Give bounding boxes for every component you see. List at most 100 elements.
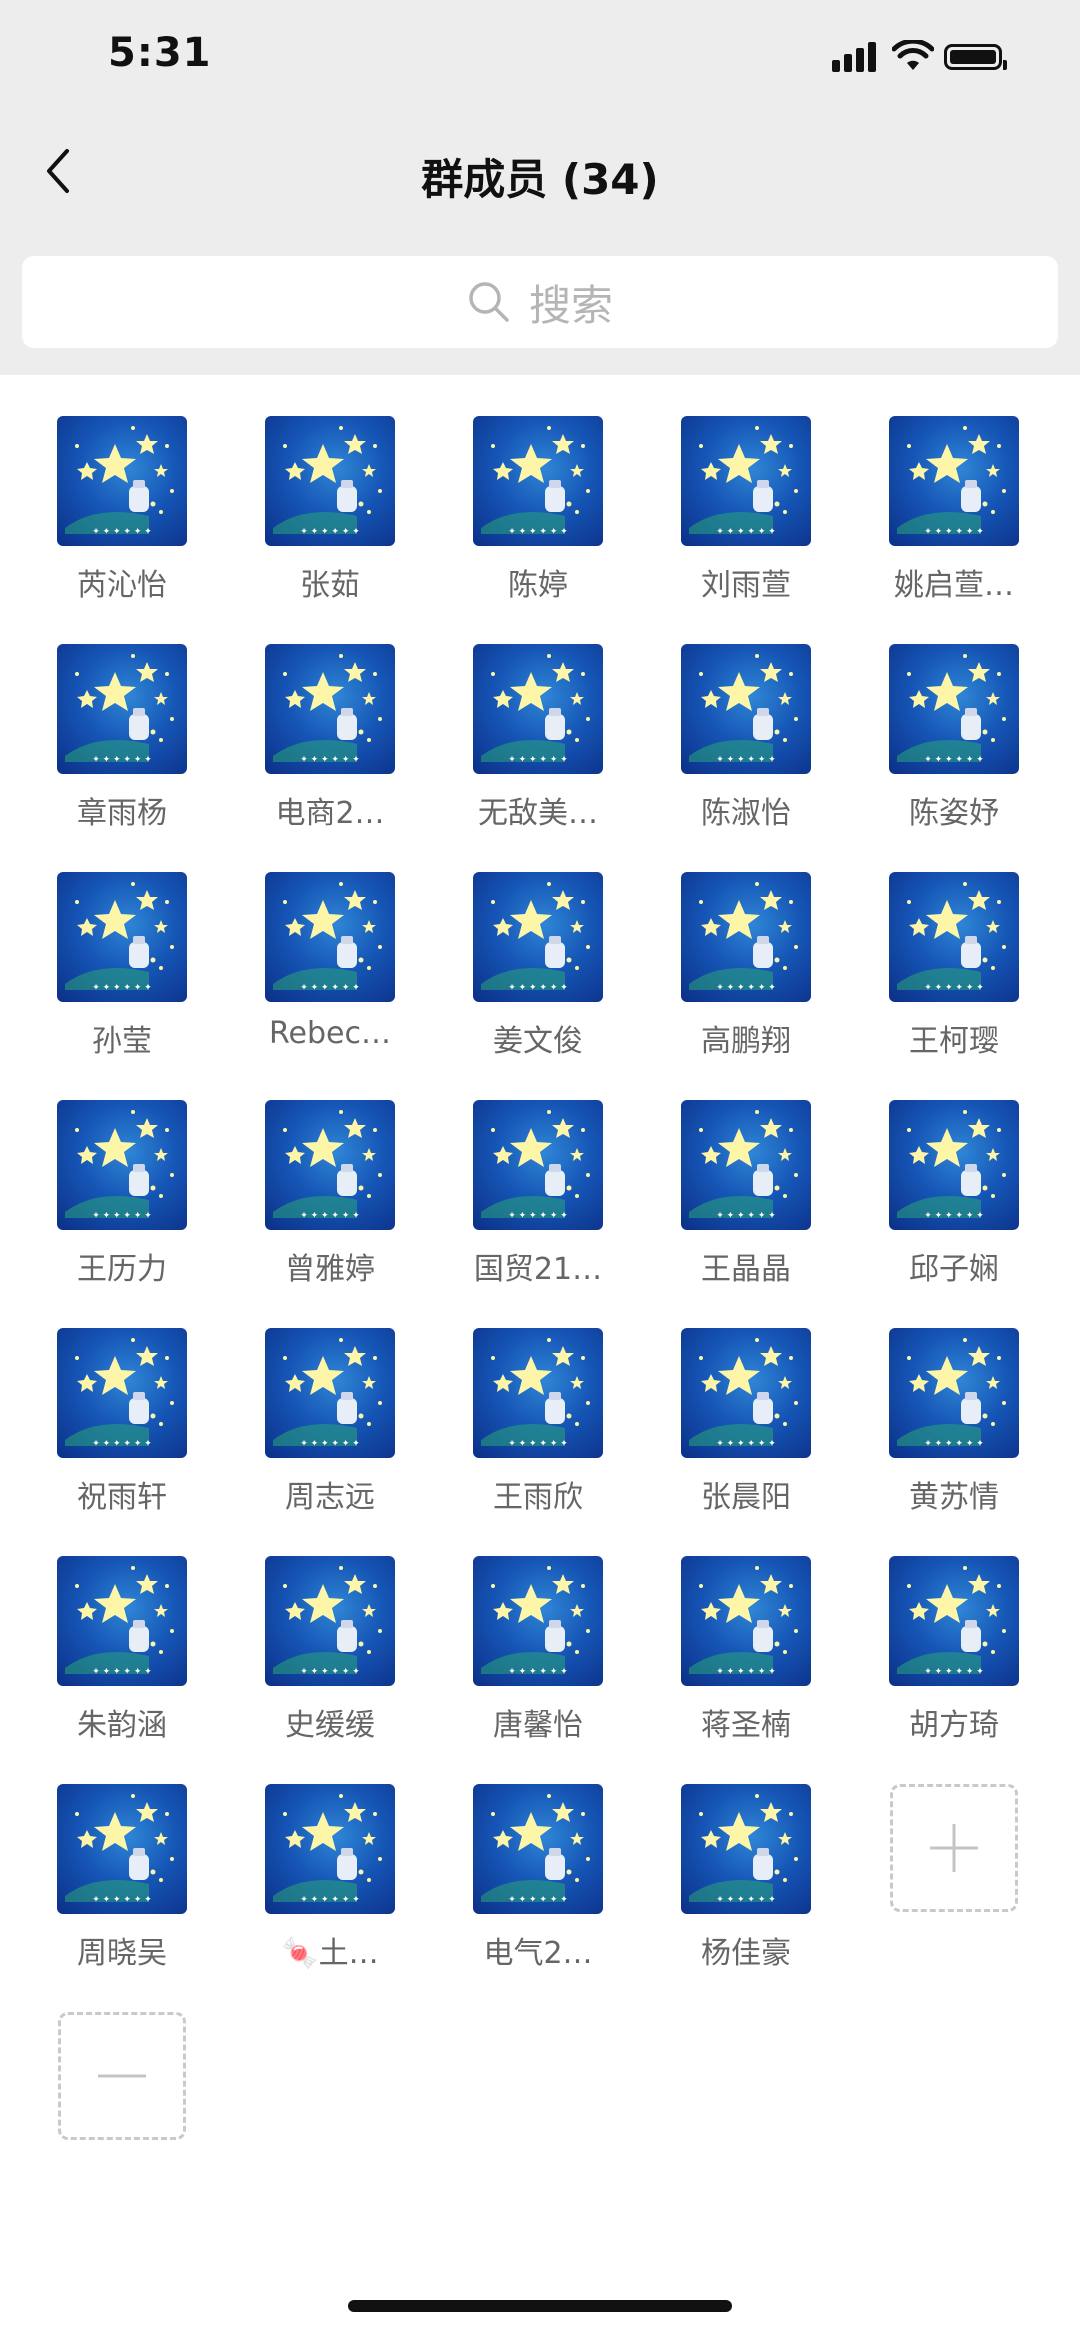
top-bar-area: 5:31 群成员 (34) 搜索 (0, 0, 1080, 375)
avatar: ✦ ✦ ✦ ✦ ✦ ✦ (473, 644, 603, 774)
member-item[interactable]: ✦ ✦ ✦ ✦ ✦ ✦ 🍬土… (240, 1784, 420, 1972)
member-item[interactable]: ✦ ✦ ✦ ✦ ✦ ✦ 刘雨萱 (656, 416, 836, 604)
avatar: ✦ ✦ ✦ ✦ ✦ ✦ (681, 1556, 811, 1686)
star-logo-icon: ✦ ✦ ✦ ✦ ✦ ✦ (897, 1338, 1006, 1449)
member-item[interactable]: ✦ ✦ ✦ ✦ ✦ ✦ Rebec… (240, 872, 420, 1051)
member-item[interactable]: ✦ ✦ ✦ ✦ ✦ ✦ 黄苏情 (864, 1328, 1044, 1516)
member-name: 王雨欣 (493, 1480, 583, 1515)
star-logo-icon: ✦ ✦ ✦ ✦ ✦ ✦ (689, 426, 798, 537)
star-logo-icon: ✦ ✦ ✦ ✦ ✦ ✦ (481, 1338, 590, 1449)
svg-text:✦ ✦ ✦ ✦ ✦ ✦: ✦ ✦ ✦ ✦ ✦ ✦ (300, 755, 360, 765)
member-item[interactable]: ✦ ✦ ✦ ✦ ✦ ✦ 陈婷 (448, 416, 628, 604)
avatar: ✦ ✦ ✦ ✦ ✦ ✦ (57, 1556, 187, 1686)
member-name: 周晓吴 (77, 1936, 167, 1971)
member-item[interactable]: ✦ ✦ ✦ ✦ ✦ ✦ 陈姿妤 (864, 644, 1044, 832)
avatar: ✦ ✦ ✦ ✦ ✦ ✦ (681, 644, 811, 774)
member-item[interactable]: ✦ ✦ ✦ ✦ ✦ ✦ 曾雅婷 (240, 1100, 420, 1288)
add-member-button[interactable] (864, 1784, 1044, 1912)
member-item[interactable]: ✦ ✦ ✦ ✦ ✦ ✦ 姜文俊 (448, 872, 628, 1060)
avatar: ✦ ✦ ✦ ✦ ✦ ✦ (265, 1556, 395, 1686)
star-logo-icon: ✦ ✦ ✦ ✦ ✦ ✦ (897, 1110, 1006, 1221)
avatar: ✦ ✦ ✦ ✦ ✦ ✦ (889, 416, 1019, 546)
member-item[interactable]: ✦ ✦ ✦ ✦ ✦ ✦ 史缓缓 (240, 1556, 420, 1744)
star-logo-icon: ✦ ✦ ✦ ✦ ✦ ✦ (897, 426, 1006, 537)
avatar: ✦ ✦ ✦ ✦ ✦ ✦ (473, 1784, 603, 1914)
member-name: 王晶晶 (701, 1252, 791, 1287)
avatar: ✦ ✦ ✦ ✦ ✦ ✦ (57, 1328, 187, 1458)
status-time: 5:31 (108, 30, 212, 76)
member-item[interactable]: ✦ ✦ ✦ ✦ ✦ ✦ 电商2… (240, 644, 420, 832)
member-item[interactable]: ✦ ✦ ✦ ✦ ✦ ✦ 姚启萱… (864, 416, 1044, 604)
avatar: ✦ ✦ ✦ ✦ ✦ ✦ (265, 644, 395, 774)
member-name: 刘雨萱 (701, 568, 791, 603)
svg-text:✦ ✦ ✦ ✦ ✦ ✦: ✦ ✦ ✦ ✦ ✦ ✦ (300, 1211, 360, 1221)
star-logo-icon: ✦ ✦ ✦ ✦ ✦ ✦ (689, 654, 798, 765)
page-title: 群成员 (34) (421, 155, 659, 204)
member-item[interactable]: ✦ ✦ ✦ ✦ ✦ ✦ 张茹 (240, 416, 420, 604)
svg-text:✦ ✦ ✦ ✦ ✦ ✦: ✦ ✦ ✦ ✦ ✦ ✦ (92, 1439, 152, 1449)
avatar: ✦ ✦ ✦ ✦ ✦ ✦ (889, 644, 1019, 774)
member-name: 电商2… (275, 796, 385, 831)
member-item[interactable]: ✦ ✦ ✦ ✦ ✦ ✦ 张晨阳 (656, 1328, 836, 1516)
star-logo-icon: ✦ ✦ ✦ ✦ ✦ ✦ (273, 654, 382, 765)
member-item[interactable]: ✦ ✦ ✦ ✦ ✦ ✦ 国贸21… (448, 1100, 628, 1288)
member-item[interactable]: ✦ ✦ ✦ ✦ ✦ ✦ 王历力 (32, 1100, 212, 1288)
svg-text:✦ ✦ ✦ ✦ ✦ ✦: ✦ ✦ ✦ ✦ ✦ ✦ (924, 527, 984, 537)
member-item[interactable]: ✦ ✦ ✦ ✦ ✦ ✦ 邱子娴 (864, 1100, 1044, 1288)
member-name: 🍬土… (281, 1936, 379, 1971)
member-item[interactable]: ✦ ✦ ✦ ✦ ✦ ✦ 王雨欣 (448, 1328, 628, 1516)
search-placeholder: 搜索 (528, 280, 613, 330)
member-item[interactable]: ✦ ✦ ✦ ✦ ✦ ✦ 周晓吴 (32, 1784, 212, 1972)
add-box (890, 1784, 1018, 1912)
svg-text:✦ ✦ ✦ ✦ ✦ ✦: ✦ ✦ ✦ ✦ ✦ ✦ (92, 755, 152, 765)
member-item[interactable]: ✦ ✦ ✦ ✦ ✦ ✦ 蒋圣楠 (656, 1556, 836, 1744)
member-name: 周志远 (285, 1480, 375, 1515)
avatar: ✦ ✦ ✦ ✦ ✦ ✦ (473, 416, 603, 546)
star-logo-icon: ✦ ✦ ✦ ✦ ✦ ✦ (481, 882, 590, 993)
star-logo-icon: ✦ ✦ ✦ ✦ ✦ ✦ (65, 426, 174, 537)
svg-text:✦ ✦ ✦ ✦ ✦ ✦: ✦ ✦ ✦ ✦ ✦ ✦ (508, 1667, 568, 1677)
search-input[interactable]: 搜索 (22, 256, 1058, 348)
search-icon (469, 282, 509, 322)
member-item[interactable]: ✦ ✦ ✦ ✦ ✦ ✦ 孙莹 (32, 872, 212, 1060)
member-name: 姜文俊 (493, 1024, 583, 1059)
member-item[interactable]: ✦ ✦ ✦ ✦ ✦ ✦ 王晶晶 (656, 1100, 836, 1288)
member-item[interactable]: ✦ ✦ ✦ ✦ ✦ ✦ 唐馨怡 (448, 1556, 628, 1744)
member-item[interactable]: ✦ ✦ ✦ ✦ ✦ ✦ 杨佳豪 (656, 1784, 836, 1972)
avatar: ✦ ✦ ✦ ✦ ✦ ✦ (57, 872, 187, 1002)
avatar: ✦ ✦ ✦ ✦ ✦ ✦ (681, 416, 811, 546)
svg-text:✦ ✦ ✦ ✦ ✦ ✦: ✦ ✦ ✦ ✦ ✦ ✦ (716, 755, 776, 765)
member-name: 曾雅婷 (285, 1252, 375, 1287)
svg-text:✦ ✦ ✦ ✦ ✦ ✦: ✦ ✦ ✦ ✦ ✦ ✦ (716, 1439, 776, 1449)
star-logo-icon: ✦ ✦ ✦ ✦ ✦ ✦ (689, 1566, 798, 1677)
member-item[interactable]: ✦ ✦ ✦ ✦ ✦ ✦ 无敌美… (448, 644, 628, 832)
member-item[interactable]: ✦ ✦ ✦ ✦ ✦ ✦ 朱韵涵 (32, 1556, 212, 1744)
avatar: ✦ ✦ ✦ ✦ ✦ ✦ (681, 1328, 811, 1458)
member-name: 无敌美… (478, 796, 598, 831)
star-logo-icon: ✦ ✦ ✦ ✦ ✦ ✦ (65, 1338, 174, 1449)
avatar: ✦ ✦ ✦ ✦ ✦ ✦ (889, 1556, 1019, 1686)
star-logo-icon: ✦ ✦ ✦ ✦ ✦ ✦ (65, 1566, 174, 1677)
member-item[interactable]: ✦ ✦ ✦ ✦ ✦ ✦ 王柯璎 (864, 872, 1044, 1060)
member-item[interactable]: ✦ ✦ ✦ ✦ ✦ ✦ 陈淑怡 (656, 644, 836, 832)
wifi-icon (892, 40, 934, 70)
avatar: ✦ ✦ ✦ ✦ ✦ ✦ (473, 1328, 603, 1458)
svg-text:✦ ✦ ✦ ✦ ✦ ✦: ✦ ✦ ✦ ✦ ✦ ✦ (716, 1895, 776, 1905)
member-item[interactable]: ✦ ✦ ✦ ✦ ✦ ✦ 高鹏翔 (656, 872, 836, 1060)
member-name: 陈姿妤 (909, 796, 999, 831)
member-name: 高鹏翔 (701, 1024, 791, 1059)
member-item[interactable]: ✦ ✦ ✦ ✦ ✦ ✦ 周志远 (240, 1328, 420, 1516)
star-logo-icon: ✦ ✦ ✦ ✦ ✦ ✦ (689, 1110, 798, 1221)
member-name: 唐馨怡 (493, 1708, 583, 1743)
member-item[interactable]: ✦ ✦ ✦ ✦ ✦ ✦ 胡方琦 (864, 1556, 1044, 1744)
star-logo-icon: ✦ ✦ ✦ ✦ ✦ ✦ (481, 1794, 590, 1905)
minus-icon (98, 2074, 146, 2078)
member-item[interactable]: ✦ ✦ ✦ ✦ ✦ ✦ 祝雨轩 (32, 1328, 212, 1516)
member-item[interactable]: ✦ ✦ ✦ ✦ ✦ ✦ 电气2… (448, 1784, 628, 1972)
svg-text:✦ ✦ ✦ ✦ ✦ ✦: ✦ ✦ ✦ ✦ ✦ ✦ (300, 1439, 360, 1449)
star-logo-icon: ✦ ✦ ✦ ✦ ✦ ✦ (273, 1110, 382, 1221)
avatar: ✦ ✦ ✦ ✦ ✦ ✦ (57, 1100, 187, 1230)
remove-member-button[interactable] (32, 2012, 212, 2140)
member-item[interactable]: ✦ ✦ ✦ ✦ ✦ ✦ 章雨杨 (32, 644, 212, 832)
member-item[interactable]: ✦ ✦ ✦ ✦ ✦ ✦ 芮沁怡 (32, 416, 212, 604)
